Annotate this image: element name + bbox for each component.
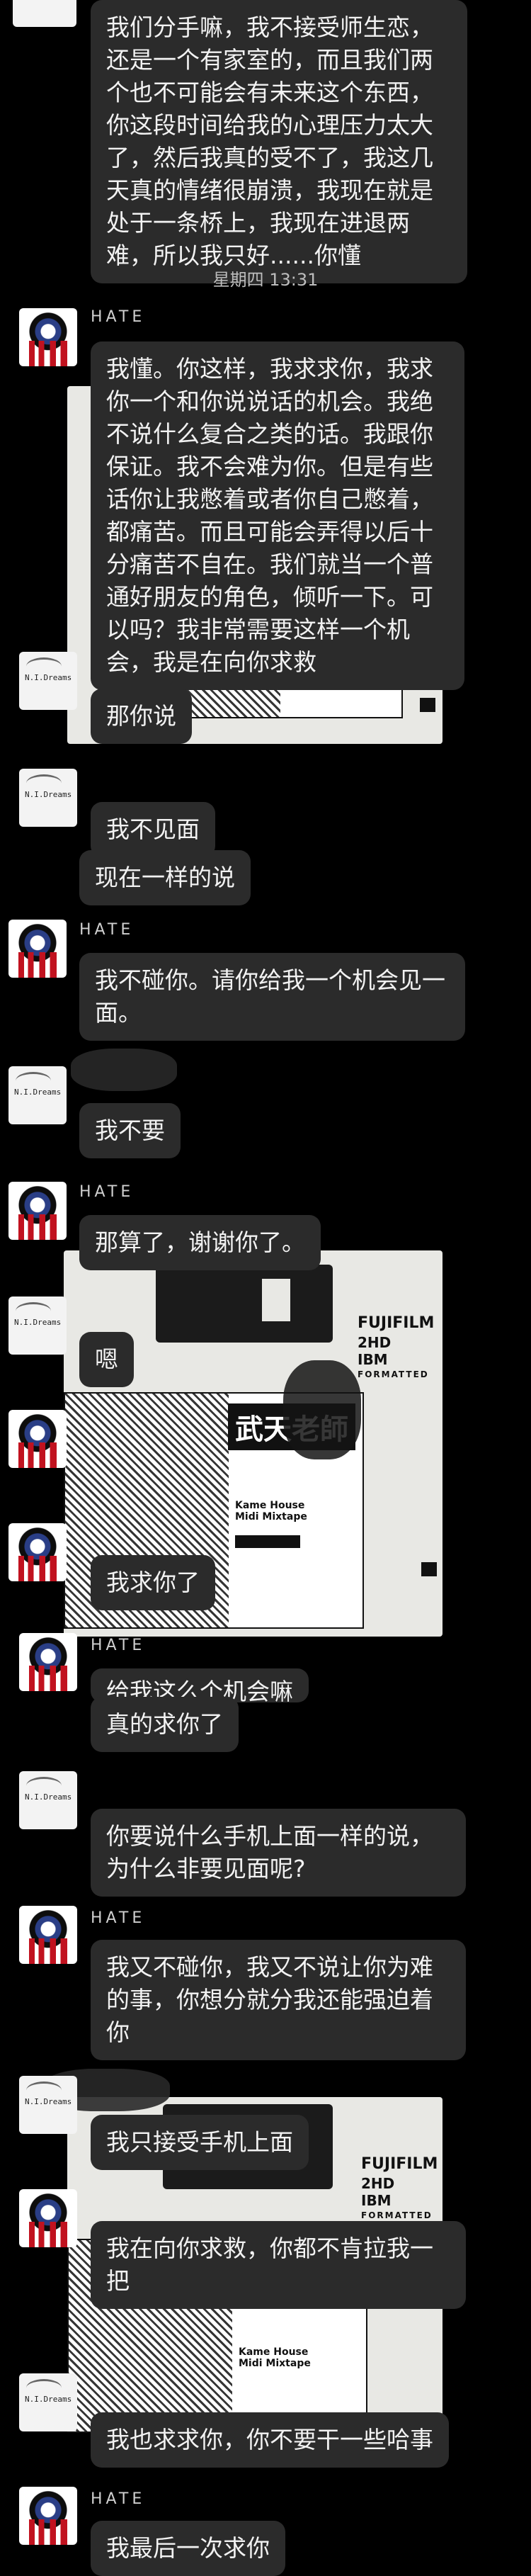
avatar[interactable]: N.I.Dreams [19,1771,77,1829]
message-bubble: 现在一样的说 [79,850,251,905]
message-bubble: 我不碰你。请你给我一个机会见一面。 [79,953,465,1041]
avatar-hate[interactable] [8,920,67,978]
write-protect-hole [421,1562,437,1576]
message-bubble: 我也求求你，你不要干一些哈事 [91,2412,449,2468]
message-bubble: 我只接受手机上面 [91,2115,309,2170]
smudge [71,1049,177,1091]
smudge [0,846,57,863]
floppy-sticker [235,1535,300,1548]
avatar-hate[interactable] [19,308,77,366]
avatar-hate[interactable] [19,1906,77,1964]
avatar-hate[interactable] [19,2487,77,2545]
tape-title: Kame House Midi Mixtape [239,2346,311,2369]
avatar[interactable]: N.I.Dreams [13,0,76,27]
avatar[interactable]: N.I.Dreams [8,1066,67,1124]
floppy-spec: 2HD [361,2175,395,2192]
floppy-formatted: FORMATTED [361,2210,433,2220]
avatar[interactable]: N.I.Dreams [19,769,77,827]
message-bubble: 我最后一次求你 [91,2521,285,2576]
floppy-brand: FUJIFILM [361,2155,438,2173]
avatar-hate[interactable] [8,1182,67,1240]
avatar-hate[interactable] [8,1410,67,1468]
smudge [283,1360,361,1459]
avatar[interactable]: N.I.Dreams [19,652,77,710]
sender-name: HATE [91,2490,146,2508]
floppy-format: IBM [361,2192,392,2209]
avatar-hate[interactable] [19,1633,77,1691]
message-bubble: 我不见面 [91,802,215,857]
tape-title: Kame House Midi Mixtape [235,1500,307,1523]
sender-name: HATE [79,921,135,939]
message-bubble: 我在向你求救，你都不肯拉我一把 [91,2221,466,2309]
message-bubble: 我不要 [79,1103,181,1158]
message-bubble: 我求你了 [91,1555,215,1610]
message-bubble: 你要说什么手机上面一样的说，为什么非要见面呢? [91,1809,466,1897]
sender-name: HATE [79,1183,135,1201]
message-bubble: 真的求你了 [91,1697,239,1752]
message-bubble: 我又不碰你，我又不说让你为难的事，你想分就分我还能强迫着你 [91,1940,466,2060]
floppy-spec: 2HD [358,1334,392,1351]
message-bubble: 嗯 [79,1332,134,1387]
avatar-hate[interactable] [8,1523,67,1581]
floppy-formatted: FORMATTED [358,1369,429,1379]
avatar[interactable]: N.I.Dreams [19,2076,77,2134]
floppy-brand: FUJIFILM [358,1314,435,1332]
avatar-hate[interactable] [19,2189,77,2247]
message-bubble: 我们分手嘛，我不接受师生恋，还是一个有家室的，而且我们两个也不可能会有未来这个东… [91,0,467,283]
write-protect-hole [420,698,435,712]
avatar[interactable]: N.I.Dreams [19,2373,77,2431]
floppy-format: IBM [358,1351,388,1368]
message-bubble: 那你说 [91,689,192,744]
message-bubble: 那算了，谢谢你了。 [79,1215,321,1270]
sender-name: HATE [91,1909,146,1927]
timestamp: 星期四 13:31 [212,270,319,290]
floppy-shutter [156,1265,333,1343]
sender-name: HATE [91,308,146,326]
sender-name: HATE [91,1637,146,1654]
avatar[interactable]: N.I.Dreams [8,1297,67,1355]
message-bubble: 我懂。你这样，我求求你，我求你一个和你说说话的机会。我绝不说什么复合之类的话。我… [91,341,464,690]
